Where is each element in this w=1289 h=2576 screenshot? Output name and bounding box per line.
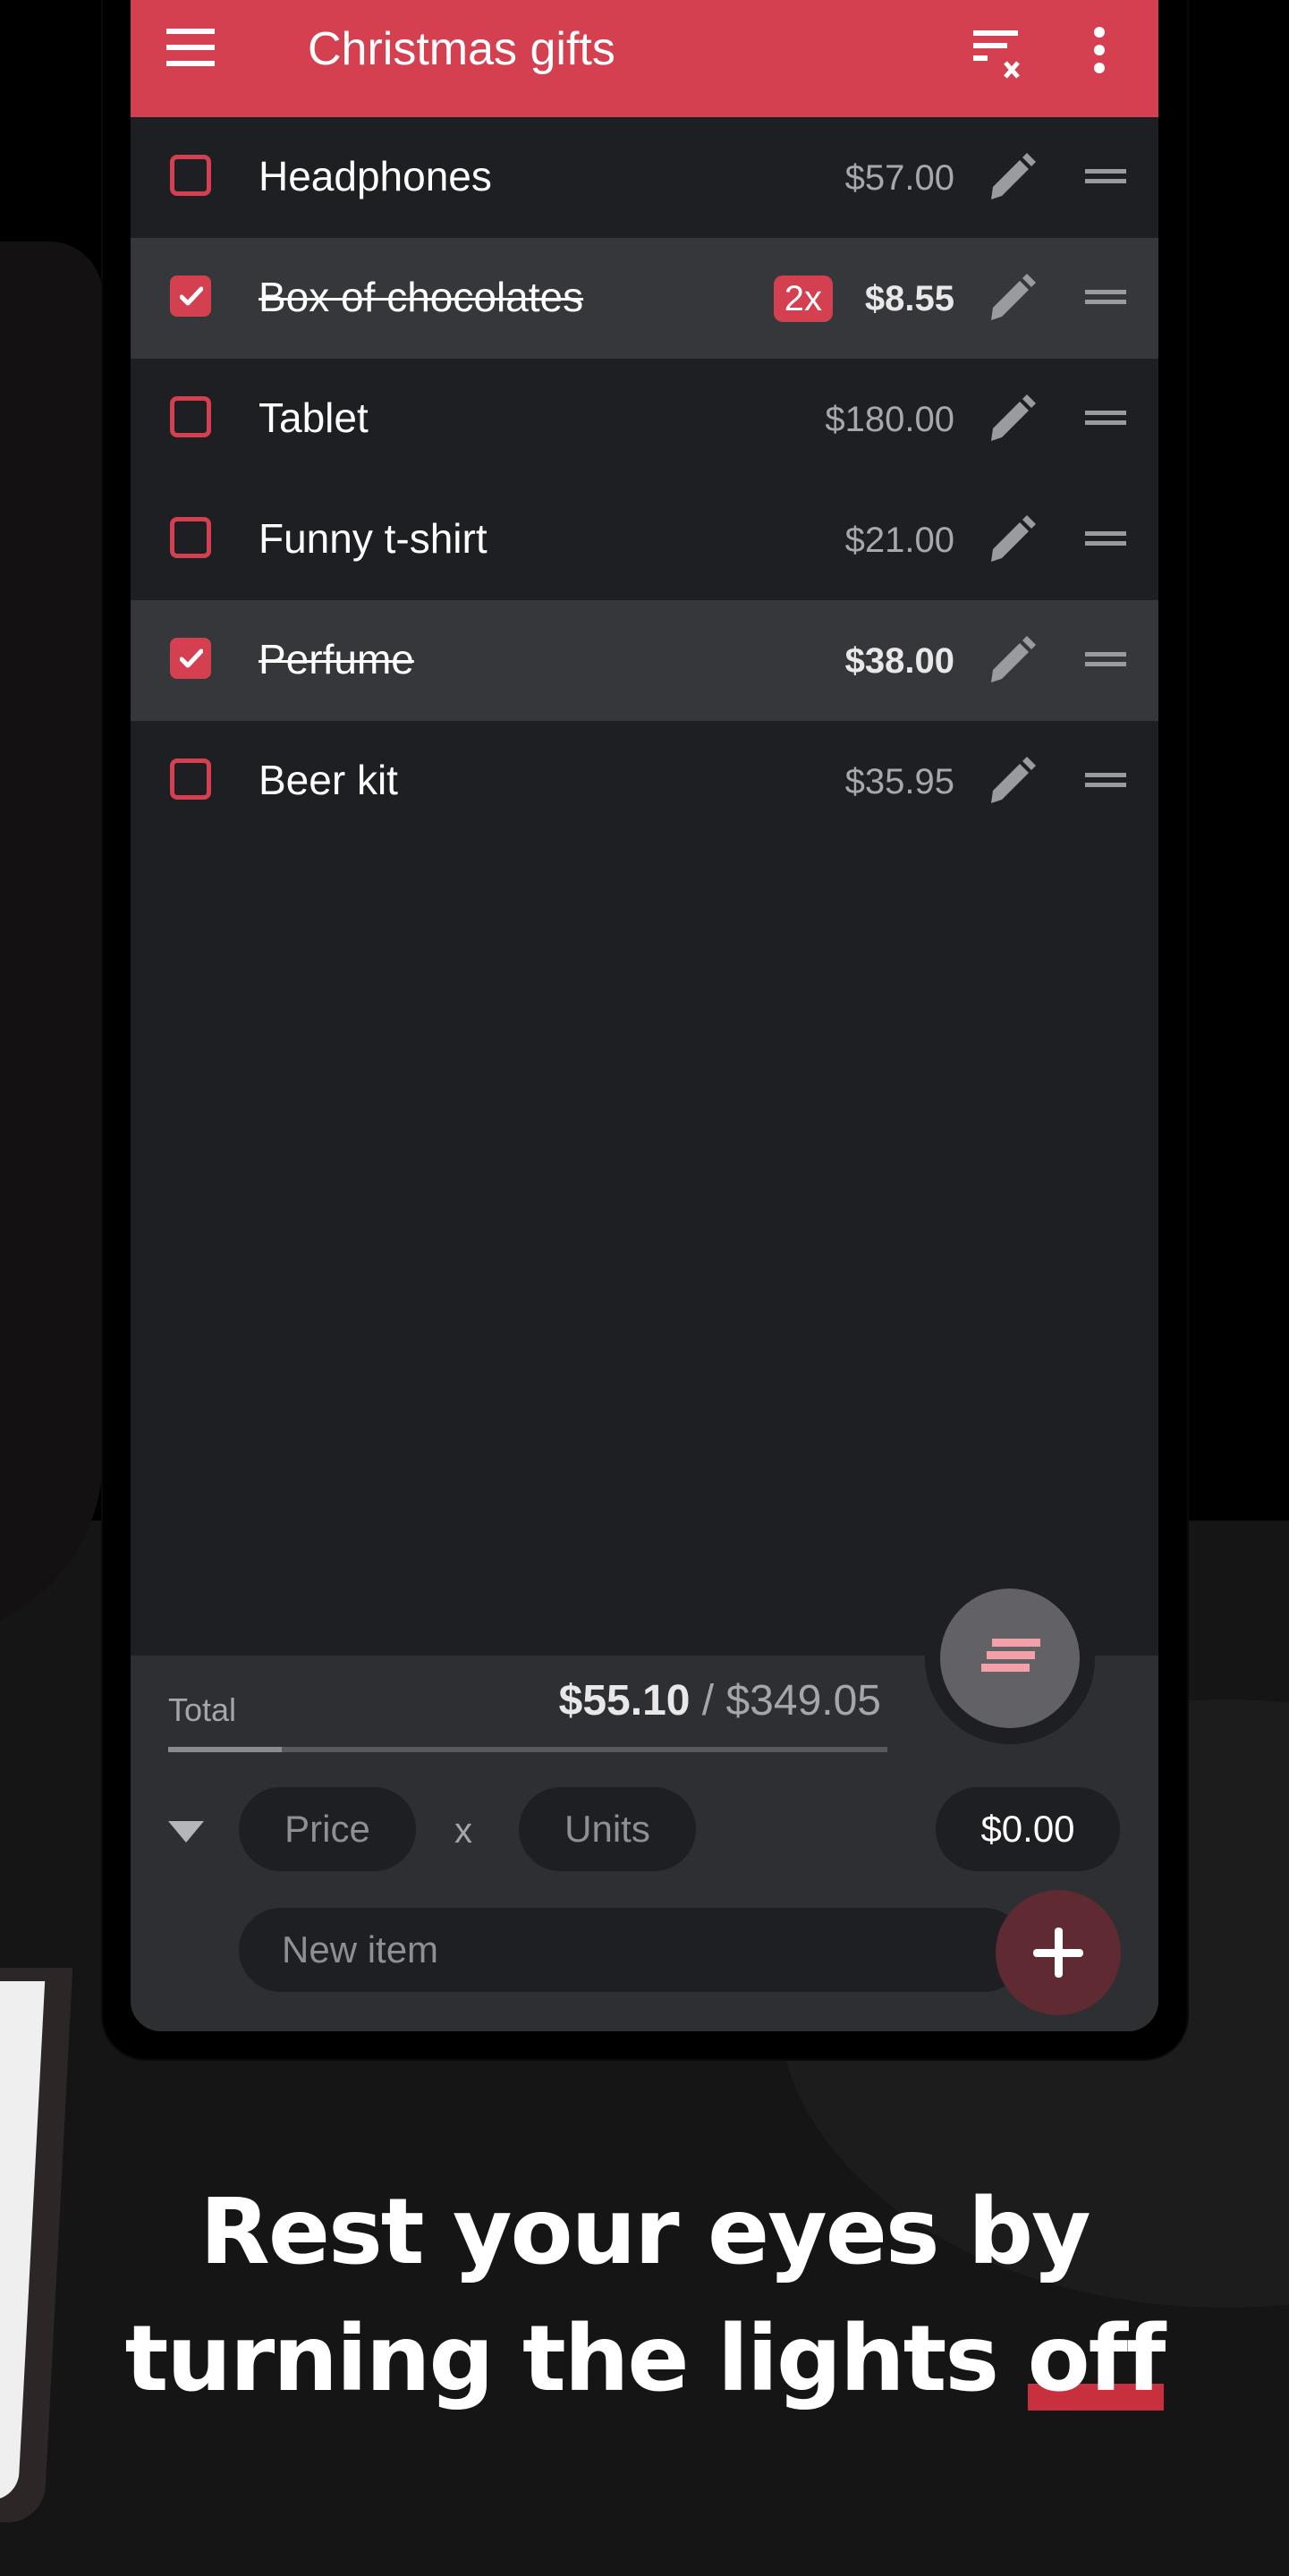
subtotal-value: $0.00 bbox=[936, 1787, 1120, 1871]
item-name: Funny t-shirt bbox=[259, 515, 488, 562]
list-item[interactable]: Beer kit $35.95 bbox=[131, 721, 1158, 842]
pencil-icon bbox=[991, 153, 1036, 199]
background-left-shape bbox=[0, 242, 103, 1637]
edit-item-button[interactable] bbox=[988, 513, 1038, 564]
total-separator: / bbox=[690, 1677, 726, 1724]
sort-button[interactable] bbox=[940, 1589, 1080, 1728]
item-price: $38.00 bbox=[844, 641, 954, 681]
triangle-down-icon bbox=[168, 1821, 204, 1843]
list-item[interactable]: Box of chocolates 2x $8.55 bbox=[131, 238, 1158, 359]
promo-caption: Rest your eyes by turning the lights off bbox=[0, 2169, 1289, 2423]
expand-options-button[interactable] bbox=[168, 1821, 204, 1843]
quantity-badge: 2x bbox=[773, 275, 833, 322]
pencil-icon bbox=[991, 394, 1036, 441]
list-item[interactable]: Perfume $38.00 bbox=[131, 600, 1158, 721]
item-price: $57.00 bbox=[844, 158, 954, 198]
list-item[interactable]: Tablet $180.00 bbox=[131, 359, 1158, 479]
app-screen: Christmas gifts Headphones $57.00 Box of… bbox=[131, 0, 1158, 2031]
drag-handle-icon[interactable] bbox=[1085, 529, 1126, 548]
edit-item-button[interactable] bbox=[988, 393, 1038, 443]
caption-highlight: off bbox=[1027, 2296, 1166, 2423]
item-name: Tablet bbox=[259, 394, 369, 441]
edit-item-button[interactable] bbox=[988, 634, 1038, 684]
price-input[interactable] bbox=[239, 1787, 416, 1871]
new-item-input[interactable] bbox=[239, 1908, 1026, 1992]
clear-list-icon bbox=[973, 30, 1020, 79]
times-label: x bbox=[454, 1811, 472, 1851]
total-progress-fill bbox=[168, 1747, 283, 1752]
caption-line-1: Rest your eyes by bbox=[199, 2179, 1090, 2285]
hamburger-menu-icon[interactable] bbox=[166, 27, 216, 72]
sort-icon bbox=[992, 1639, 1040, 1647]
list-item[interactable]: Funny t-shirt $21.00 bbox=[131, 479, 1158, 600]
pencil-icon bbox=[991, 757, 1036, 803]
total-values: $55.10 / $349.05 bbox=[559, 1674, 881, 1728]
checkmark-icon bbox=[180, 286, 203, 306]
units-input[interactable] bbox=[519, 1787, 696, 1871]
checked-total: $55.10 bbox=[558, 1677, 691, 1724]
item-checkbox[interactable] bbox=[170, 155, 211, 196]
drag-handle-icon[interactable] bbox=[1085, 770, 1126, 790]
item-price: $180.00 bbox=[825, 400, 954, 439]
drag-handle-icon[interactable] bbox=[1085, 287, 1126, 307]
item-name: Headphones bbox=[259, 153, 492, 199]
item-price: $35.95 bbox=[844, 762, 954, 801]
item-name: Beer kit bbox=[259, 757, 398, 803]
pencil-icon bbox=[991, 515, 1036, 562]
item-checkbox[interactable] bbox=[170, 275, 211, 317]
add-item-button[interactable] bbox=[996, 1890, 1121, 2015]
total-label: Total bbox=[168, 1691, 237, 1728]
app-bar: Christmas gifts bbox=[131, 0, 1158, 117]
edit-item-button[interactable] bbox=[988, 151, 1038, 201]
more-vert-icon[interactable] bbox=[1089, 25, 1110, 79]
drag-handle-icon[interactable] bbox=[1085, 408, 1126, 428]
item-list: Headphones $57.00 Box of chocolates 2x $… bbox=[131, 117, 1158, 842]
checkmark-icon bbox=[180, 648, 203, 668]
clear-checked-button[interactable] bbox=[971, 25, 1027, 79]
item-price: $21.00 bbox=[844, 521, 954, 560]
grand-total: $349.05 bbox=[725, 1677, 881, 1724]
drag-handle-icon[interactable] bbox=[1085, 649, 1126, 669]
item-name: Perfume bbox=[259, 636, 414, 682]
item-name: Box of chocolates bbox=[259, 274, 584, 320]
list-item[interactable]: Headphones $57.00 bbox=[131, 117, 1158, 238]
drag-handle-icon[interactable] bbox=[1085, 166, 1126, 186]
item-checkbox[interactable] bbox=[170, 396, 211, 437]
total-progress-bar bbox=[168, 1747, 887, 1752]
pencil-icon bbox=[991, 636, 1036, 682]
edit-item-button[interactable] bbox=[988, 272, 1038, 322]
caption-line-2-text: turning the lights bbox=[124, 2306, 1028, 2412]
item-checkbox[interactable] bbox=[170, 758, 211, 800]
item-checkbox[interactable] bbox=[170, 517, 211, 558]
item-checkbox[interactable] bbox=[170, 638, 211, 679]
item-price: $8.55 bbox=[864, 279, 954, 318]
pencil-icon bbox=[991, 274, 1036, 320]
edit-item-button[interactable] bbox=[988, 755, 1038, 805]
list-title: Christmas gifts bbox=[308, 23, 615, 75]
caption-line-2: turning the lights off bbox=[0, 2296, 1289, 2423]
